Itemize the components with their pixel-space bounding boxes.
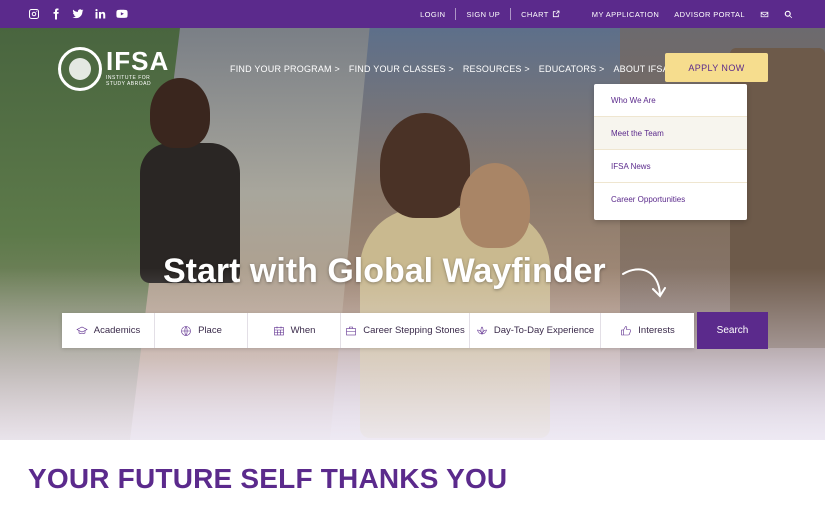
- login-link[interactable]: LOGIN: [420, 10, 445, 19]
- search-icon[interactable]: [784, 10, 793, 19]
- filter-label: When: [290, 325, 316, 336]
- divider: [510, 8, 512, 20]
- nav-find-your-program[interactable]: FIND YOUR PROGRAM >: [230, 64, 340, 74]
- signup-link[interactable]: SIGN UP: [466, 10, 500, 19]
- logo-subline: STUDY ABROAD: [106, 81, 152, 87]
- my-application-link[interactable]: MY APPLICATION: [592, 10, 659, 19]
- nav-resources[interactable]: RESOURCES >: [463, 64, 530, 74]
- divider: [455, 8, 457, 20]
- filter-interests[interactable]: Interests: [601, 313, 694, 348]
- section-title: YOUR FUTURE SELF THANKS YOU: [28, 463, 508, 494]
- youtube-icon[interactable]: [115, 7, 128, 20]
- advisor-portal-link[interactable]: ADVISOR PORTAL: [674, 10, 745, 19]
- chart-link[interactable]: CHART: [521, 10, 560, 19]
- mail-icon[interactable]: [760, 10, 769, 19]
- instagram-icon[interactable]: [27, 7, 40, 20]
- chart-link-label: CHART: [521, 9, 549, 19]
- filter-when[interactable]: When: [248, 313, 341, 348]
- thumbs-up-icon: [621, 325, 632, 335]
- dropdown-item-ifsa-news[interactable]: IFSA News: [594, 150, 747, 183]
- dropdown-item-meet-the-team[interactable]: Meet the Team: [594, 117, 747, 150]
- briefcase-icon: [346, 326, 357, 335]
- filter-label: Interests: [638, 325, 675, 336]
- top-bar: LOGIN SIGN UP CHART MY APPLICATION ADVIS…: [0, 0, 825, 28]
- search-button[interactable]: Search: [697, 312, 768, 349]
- external-link-icon: [552, 10, 560, 18]
- curved-arrow-icon: [622, 268, 666, 298]
- logo-wordmark: IFSA: [106, 46, 170, 76]
- utility-links: LOGIN SIGN UP CHART MY APPLICATION ADVIS…: [420, 0, 793, 28]
- filter-label: Place: [198, 325, 222, 336]
- globe-icon: [58, 47, 102, 91]
- graduation-cap-icon: [76, 326, 88, 334]
- about-ifsa-dropdown: Who We Are Meet the Team IFSA News Caree…: [594, 84, 747, 220]
- twitter-icon[interactable]: [71, 7, 84, 20]
- social-links: [27, 7, 128, 20]
- dropdown-item-career-opportunities[interactable]: Career Opportunities: [594, 183, 747, 216]
- filter-label: Career Stepping Stones: [363, 325, 465, 336]
- calendar-icon: [273, 326, 284, 335]
- filter-label: Day-To-Day Experience: [493, 325, 595, 336]
- facebook-icon[interactable]: [49, 7, 62, 20]
- nav-find-your-classes[interactable]: FIND YOUR CLASSES >: [349, 64, 454, 74]
- linkedin-icon[interactable]: [93, 7, 106, 20]
- person-shape: [380, 113, 470, 218]
- filter-academics[interactable]: Academics: [62, 313, 155, 348]
- filter-career-stepping-stones[interactable]: Career Stepping Stones: [341, 313, 470, 348]
- globe-icon: [181, 325, 191, 336]
- main-nav: FIND YOUR PROGRAM > FIND YOUR CLASSES > …: [230, 64, 685, 74]
- filter-day-to-day-experience[interactable]: Day-To-Day Experience: [470, 313, 601, 348]
- filter-label: Academics: [93, 325, 141, 336]
- nav-educators[interactable]: EDUCATORS >: [539, 64, 605, 74]
- hero-fade-overlay: [0, 268, 825, 440]
- filter-place[interactable]: Place: [155, 313, 248, 348]
- ifsa-logo[interactable]: IFSA INSTITUTE FOR STUDY ABROAD: [58, 47, 169, 91]
- dropdown-item-who-we-are[interactable]: Who We Are: [594, 84, 747, 117]
- wayfinder-search-bar: Academics Place When Career Stepping Sto…: [62, 313, 694, 348]
- hero-headline: Start with Global Wayfinder: [163, 252, 606, 290]
- apply-now-button[interactable]: APPLY NOW: [665, 53, 768, 82]
- person-shape: [460, 163, 530, 248]
- lotus-icon: [476, 326, 487, 335]
- logo-text: IFSA INSTITUTE FOR STUDY ABROAD: [106, 47, 169, 87]
